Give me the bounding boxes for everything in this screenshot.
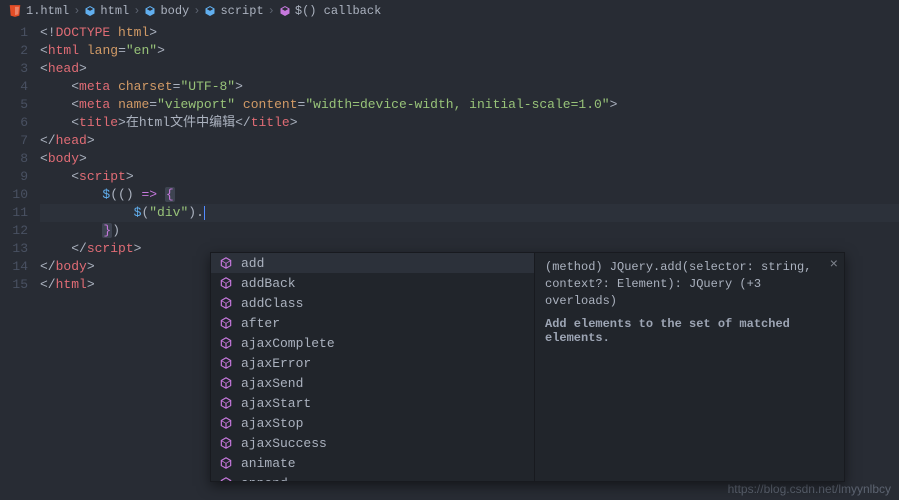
- cube-icon: [84, 5, 96, 17]
- suggest-doc: × (method) JQuery.add(selector: string, …: [535, 252, 845, 482]
- suggest-item[interactable]: ajaxStart: [211, 393, 534, 413]
- code-line[interactable]: <body>: [40, 150, 899, 168]
- suggest-label: after: [241, 316, 280, 331]
- code-line[interactable]: </head>: [40, 132, 899, 150]
- method-icon: [219, 376, 233, 390]
- code-line[interactable]: $(() => {: [40, 186, 899, 204]
- suggest-item[interactable]: ajaxSuccess: [211, 433, 534, 453]
- autocomplete-popup: add addBack addClass after ajaxComplete ajaxE…: [210, 252, 845, 482]
- code-line[interactable]: <head>: [40, 60, 899, 78]
- cube-icon: [204, 5, 216, 17]
- code-line[interactable]: $("div").: [40, 204, 899, 222]
- suggest-item[interactable]: addBack: [211, 273, 534, 293]
- line-number: 7: [0, 132, 40, 150]
- chevron-right-icon: ›: [268, 4, 275, 18]
- doc-description: Add elements to the set of matched eleme…: [545, 317, 834, 345]
- line-number: 3: [0, 60, 40, 78]
- line-number: 12: [0, 222, 40, 240]
- close-icon[interactable]: ×: [830, 257, 838, 273]
- method-icon: [219, 256, 233, 270]
- suggest-item[interactable]: ajaxStop: [211, 413, 534, 433]
- line-number: 1: [0, 24, 40, 42]
- method-icon: [219, 396, 233, 410]
- cube-icon: [144, 5, 156, 17]
- line-number: 11: [0, 204, 40, 222]
- suggest-label: add: [241, 256, 264, 271]
- html-file-icon: [8, 4, 22, 18]
- suggest-label: ajaxError: [241, 356, 311, 371]
- chevron-right-icon: ›: [133, 4, 140, 18]
- cube-icon: [279, 5, 291, 17]
- line-number: 9: [0, 168, 40, 186]
- code-line[interactable]: }): [40, 222, 899, 240]
- suggest-item[interactable]: add: [211, 253, 534, 273]
- crumb-body[interactable]: body: [144, 4, 189, 18]
- line-number: 4: [0, 78, 40, 96]
- suggest-label: ajaxStop: [241, 416, 303, 431]
- method-icon: [219, 416, 233, 430]
- suggest-label: ajaxSend: [241, 376, 303, 391]
- line-number: 14: [0, 258, 40, 276]
- crumb-label: $() callback: [295, 4, 381, 18]
- method-icon: [219, 476, 233, 482]
- line-number: 2: [0, 42, 40, 60]
- line-number: 13: [0, 240, 40, 258]
- suggest-item[interactable]: after: [211, 313, 534, 333]
- crumb-label: 1.html: [26, 4, 69, 18]
- suggest-item[interactable]: ajaxComplete: [211, 333, 534, 353]
- suggest-item[interactable]: animate: [211, 453, 534, 473]
- suggest-label: ajaxComplete: [241, 336, 335, 351]
- doc-signature: (method) JQuery.add(selector: string, co…: [545, 259, 834, 309]
- line-gutter: 123456789101112131415: [0, 22, 40, 478]
- suggest-label: ajaxSuccess: [241, 436, 327, 451]
- code-line[interactable]: <html lang="en">: [40, 42, 899, 60]
- suggest-list[interactable]: add addBack addClass after ajaxComplete ajaxE…: [210, 252, 535, 482]
- suggest-label: addClass: [241, 296, 303, 311]
- suggest-item[interactable]: append: [211, 473, 534, 482]
- watermark: https://blog.csdn.net/lmyynlbcy: [728, 482, 891, 496]
- breadcrumb: 1.html › html › body › script › $() call…: [0, 0, 899, 22]
- suggest-label: addBack: [241, 276, 296, 291]
- suggest-label: append: [241, 476, 288, 483]
- method-icon: [219, 316, 233, 330]
- method-icon: [219, 436, 233, 450]
- suggest-label: ajaxStart: [241, 396, 311, 411]
- code-line[interactable]: <script>: [40, 168, 899, 186]
- code-line[interactable]: <!DOCTYPE html>: [40, 24, 899, 42]
- method-icon: [219, 456, 233, 470]
- code-line[interactable]: <title>在html文件中编辑</title>: [40, 114, 899, 132]
- suggest-item[interactable]: ajaxError: [211, 353, 534, 373]
- crumb-label: html: [100, 4, 129, 18]
- method-icon: [219, 296, 233, 310]
- crumb-script[interactable]: script: [204, 4, 263, 18]
- suggest-label: animate: [241, 456, 296, 471]
- crumb-label: script: [220, 4, 263, 18]
- method-icon: [219, 356, 233, 370]
- line-number: 15: [0, 276, 40, 294]
- chevron-right-icon: ›: [73, 4, 80, 18]
- line-number: 6: [0, 114, 40, 132]
- crumb-label: body: [160, 4, 189, 18]
- chevron-right-icon: ›: [193, 4, 200, 18]
- method-icon: [219, 336, 233, 350]
- crumb-file[interactable]: 1.html: [8, 4, 69, 18]
- line-number: 8: [0, 150, 40, 168]
- suggest-item[interactable]: addClass: [211, 293, 534, 313]
- code-line[interactable]: <meta name="viewport" content="width=dev…: [40, 96, 899, 114]
- line-number: 5: [0, 96, 40, 114]
- suggest-item[interactable]: ajaxSend: [211, 373, 534, 393]
- crumb-html[interactable]: html: [84, 4, 129, 18]
- method-icon: [219, 276, 233, 290]
- crumb-callback[interactable]: $() callback: [279, 4, 381, 18]
- line-number: 10: [0, 186, 40, 204]
- code-line[interactable]: <meta charset="UTF-8">: [40, 78, 899, 96]
